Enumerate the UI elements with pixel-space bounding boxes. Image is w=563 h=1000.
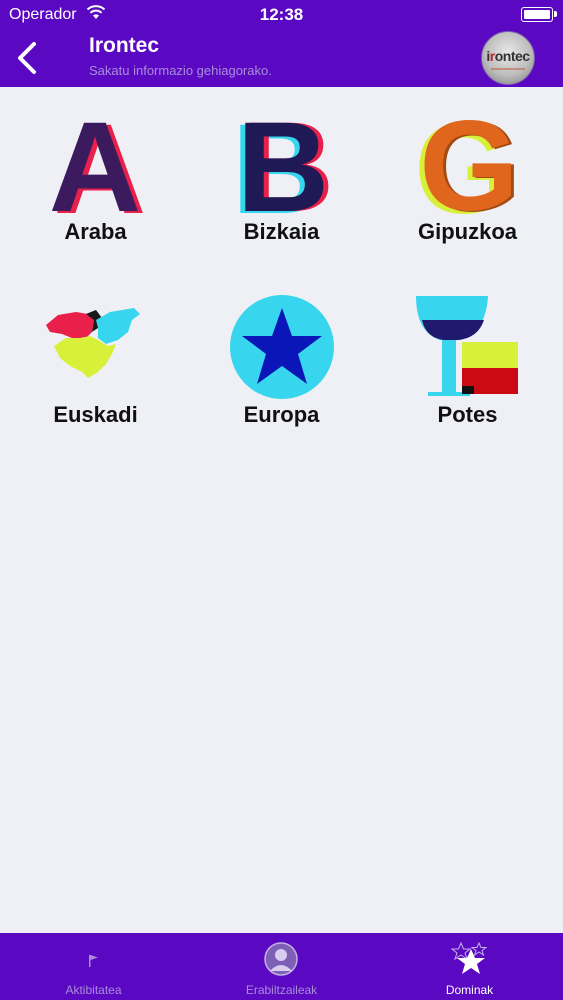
medal-euskadi[interactable]: Euskadi [2,292,189,428]
tab-label: Erabiltzaileak [245,983,318,997]
flag-icon [89,955,98,967]
medal-label: Araba [64,219,127,244]
svg-text:G: G [419,109,519,219]
tab-bar: Aktibitatea Erabiltzaileak Dominak [0,933,563,1000]
medal-label: Gipuzkoa [417,219,517,244]
medal-label: Potes [437,402,498,427]
star-circle-icon [229,295,334,399]
medal-label: Bizkaia [243,219,320,244]
letter-b-icon: B B B [231,109,333,219]
avatar-logo-text: irontec [486,48,530,64]
medal-araba[interactable]: A A Araba [2,109,189,245]
stars-icon [451,941,487,974]
avatar[interactable]: irontec [481,31,535,85]
status-bar: Operador 12:38 [0,0,563,30]
navigation-bar: Operador 12:38 Irontec Sakatu informazio… [0,0,563,87]
wine-glass-icon [415,296,518,396]
euskadi-map-icon [45,308,140,378]
back-button[interactable] [14,40,44,76]
status-time: 12:38 [259,5,304,24]
medal-europa[interactable]: Europa [188,292,375,428]
medal-bizkaia[interactable]: B B B Bizkaia [188,109,375,245]
page-title: Irontec [89,34,160,57]
battery-icon [521,7,557,22]
svg-text:B: B [236,109,328,219]
medal-potes[interactable]: Potes [374,292,561,428]
tab-label: Aktibitatea [65,983,122,997]
tab-aktibitatea[interactable]: Aktibitatea [0,933,187,1000]
chevron-left-icon [18,42,36,74]
letter-a-icon: A A [48,109,145,219]
user-icon [264,942,298,976]
medal-gipuzkoa[interactable]: G G G Gipuzkoa [374,109,561,245]
tab-erabiltzaileak[interactable]: Erabiltzaileak [188,933,375,1000]
tab-dominak[interactable]: Dominak [376,933,563,1000]
medal-label: Europa [243,402,320,427]
tab-label: Dominak [445,983,494,997]
medal-label: Euskadi [53,402,138,427]
page-subtitle: Sakatu informazio gehiagorako. [89,63,272,78]
svg-text:A: A [48,109,140,219]
letter-g-icon: G G G [414,109,522,219]
